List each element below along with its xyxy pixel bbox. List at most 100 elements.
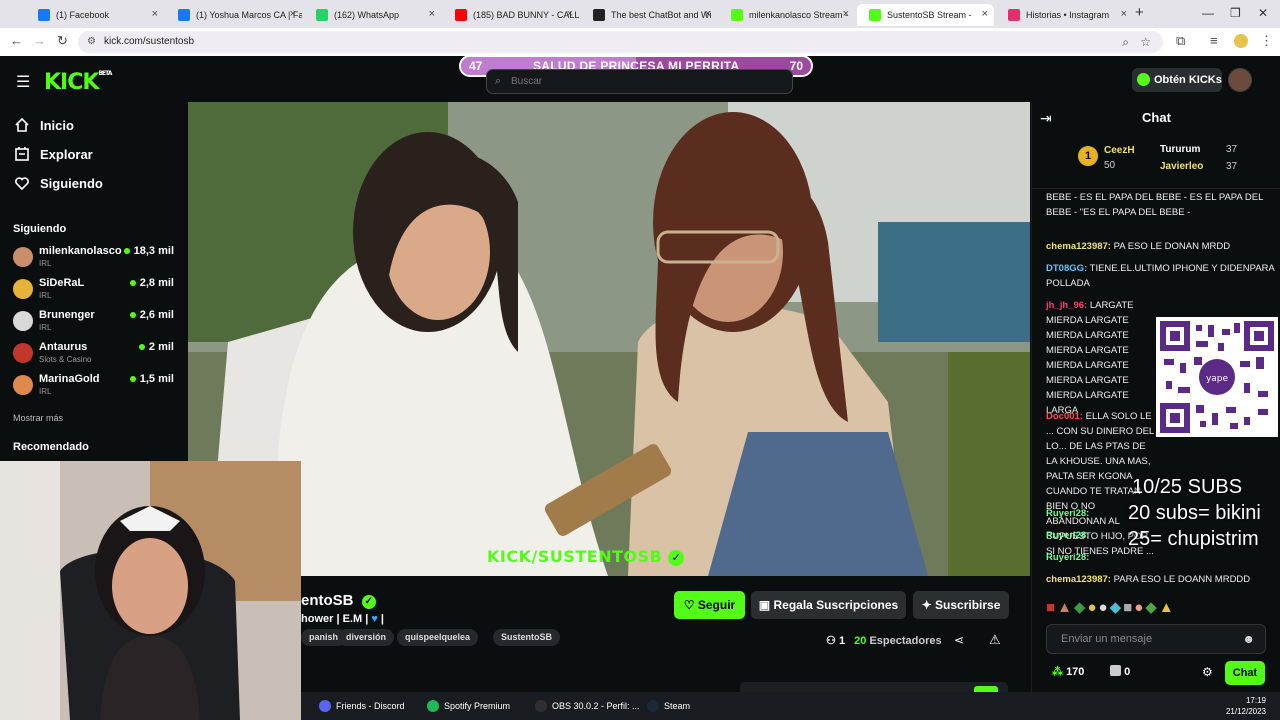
browser-tab[interactable]: (1) Facebook ×: [26, 4, 164, 26]
browser-tab[interactable]: (162) WhatsApp ×: [304, 4, 441, 26]
tab-close-icon[interactable]: ×: [705, 8, 711, 20]
emote-icon[interactable]: ◆: [1110, 599, 1124, 616]
chat-send-button[interactable]: Chat: [1225, 661, 1265, 685]
taskbar-app[interactable]: Steam: [647, 700, 690, 712]
chat-message-input[interactable]: Enviar un mensaje ☻: [1046, 624, 1266, 654]
bookmark-star-icon[interactable]: ☆: [1140, 31, 1151, 53]
emote-icon[interactable]: ◆: [1074, 599, 1088, 616]
leader-1-value: 50: [1104, 160, 1116, 171]
emoji-icon[interactable]: ☻: [1242, 625, 1255, 653]
tab-close-icon[interactable]: ×: [290, 8, 296, 20]
following-channel[interactable]: milenkanolasco IRL 18,3 mil: [13, 243, 178, 273]
back-icon[interactable]: ←: [10, 33, 23, 48]
following-channel[interactable]: SiDeRaL IRL 2,8 mil: [13, 275, 178, 305]
report-icon[interactable]: ⚠: [989, 632, 1001, 648]
chat-username[interactable]: chema123987:: [1046, 574, 1111, 585]
tab-close-icon[interactable]: ×: [982, 8, 988, 20]
emote-icon[interactable]: ▲: [1159, 599, 1176, 616]
following-channel[interactable]: Antaurus Slots & Casino 2 mil: [13, 339, 178, 369]
chat-username[interactable]: Doc001:: [1046, 411, 1083, 422]
webcam-overlay: [0, 461, 301, 720]
viewer-count: 2,6 mil: [139, 309, 174, 321]
show-more-link[interactable]: Mostrar más: [13, 413, 63, 423]
kicks-points[interactable]: ⁂ 170: [1052, 665, 1084, 678]
tab-close-icon[interactable]: ×: [1121, 8, 1127, 20]
browser-tab[interactable]: The best ChatBot and Wi ×: [581, 4, 717, 26]
channel-viewers: 18,3 mil: [123, 245, 174, 257]
chat-settings-icon[interactable]: ⚙: [1202, 665, 1213, 679]
chat-badge-count[interactable]: 0: [1110, 665, 1130, 678]
tab-title: milenkanolasco Stream -: [749, 10, 849, 20]
chat-username[interactable]: chema123987:: [1046, 241, 1111, 252]
media-control-icon[interactable]: ≡: [1210, 33, 1218, 48]
following-channel[interactable]: MarinaGold IRL 1,5 mil: [13, 371, 178, 401]
tab-close-icon[interactable]: ×: [152, 8, 158, 20]
chat-username[interactable]: Ruyeri28:: [1046, 508, 1089, 519]
chat-username[interactable]: Ruyeri28:: [1046, 530, 1089, 541]
chat-text: BEBE - ES EL PAPA DEL BEBE - ES EL PAPA …: [1046, 192, 1264, 218]
browser-menu-icon[interactable]: ⋮: [1260, 33, 1273, 49]
tab-favicon-icon: [731, 9, 743, 21]
tab-close-icon[interactable]: ×: [429, 8, 435, 20]
zoom-icon[interactable]: ⌕: [1122, 31, 1129, 53]
browser-tab[interactable]: (185) BAD BUNNY - CALL ×: [443, 4, 579, 26]
emote-icon[interactable]: ◆: [1145, 599, 1159, 616]
hamburger-menu-icon[interactable]: ☰: [16, 72, 30, 92]
user-avatar[interactable]: [1228, 68, 1252, 92]
browser-tab[interactable]: Historias • Instagram ×: [996, 4, 1133, 26]
emote-bar[interactable]: ■▲◆●●◆■●◆▲: [1046, 598, 1276, 620]
emote-icon[interactable]: ●: [1134, 599, 1145, 616]
follow-label: Seguir: [697, 598, 736, 612]
tab-close-icon[interactable]: ×: [567, 8, 573, 20]
stream-tag[interactable]: diversión: [338, 629, 395, 646]
browser-tab[interactable]: SustentoSB Stream - ×: [857, 4, 994, 26]
video-player[interactable]: KICK/SUSTENTOSB ✓: [188, 102, 1030, 576]
nav-explorar[interactable]: Explorar: [14, 146, 93, 162]
tab-close-icon[interactable]: ×: [843, 8, 849, 20]
url-input[interactable]: ⚙ kick.com/sustentosb ⌕ ☆: [78, 31, 1163, 53]
nav-siguiendo[interactable]: Siguiendo: [14, 175, 103, 191]
browser-tab[interactable]: milenkanolasco Stream - ×: [719, 4, 855, 26]
emote-icon[interactable]: ■: [1123, 599, 1134, 616]
browser-tab[interactable]: (1) Yoshua Marcos CA | Fa ×: [166, 4, 302, 26]
kick-logo[interactable]: KICKBETA: [44, 70, 112, 95]
yape-qr-code: yape: [1156, 317, 1278, 437]
minimize-icon[interactable]: —: [1202, 6, 1214, 20]
profile-icon[interactable]: [1234, 34, 1248, 48]
gift-subs-button[interactable]: ▣ Regala Suscripciones: [751, 591, 906, 619]
subscribe-button[interactable]: ✦ Suscribirse: [913, 591, 1009, 619]
taskbar-app[interactable]: Spotify Premium: [427, 700, 510, 712]
chat-title: Chat: [1142, 110, 1171, 125]
emote-icon[interactable]: ▲: [1057, 599, 1074, 616]
follow-button[interactable]: ♡ Seguir: [674, 591, 745, 619]
stream-tag[interactable]: SustentoSB: [493, 629, 561, 646]
following-channel[interactable]: Brunenger IRL 2,6 mil: [13, 307, 178, 337]
search-input[interactable]: ⌕ Buscar: [486, 69, 793, 94]
reload-icon[interactable]: ↻: [57, 33, 68, 49]
chat-username[interactable]: Ruyeri28:: [1046, 552, 1089, 563]
extensions-icon[interactable]: ⧉: [1176, 33, 1185, 49]
viewer-count: 2 mil: [148, 341, 174, 353]
share-icon[interactable]: ⋖: [954, 633, 964, 647]
emote-icon[interactable]: ●: [1087, 599, 1098, 616]
close-window-icon[interactable]: ✕: [1258, 6, 1268, 20]
taskbar-app[interactable]: OBS 30.0.2 - Perfil: ...: [535, 700, 640, 712]
stream-title: hower | E.M | ♥ |: [301, 613, 385, 625]
site-info-icon[interactable]: ⚙: [87, 31, 96, 53]
new-tab-button[interactable]: +: [1135, 4, 1144, 21]
emote-icon[interactable]: ●: [1099, 599, 1110, 616]
system-clock[interactable]: 17:19 21/12/2023: [1226, 695, 1266, 717]
emote-icon[interactable]: ■: [1046, 599, 1057, 616]
stream-tag[interactable]: quispeelquelea: [397, 629, 479, 646]
goal-min-value: 47: [469, 59, 483, 73]
taskbar-app[interactable]: Friends - Discord: [319, 700, 405, 712]
tab-favicon-icon: [455, 9, 467, 21]
nav-inicio[interactable]: Inicio: [14, 117, 74, 133]
get-kicks-button[interactable]: Obtén KICKs: [1132, 68, 1222, 92]
channel-name[interactable]: entoSB ✓: [301, 592, 376, 609]
maximize-icon[interactable]: ❐: [1230, 6, 1241, 20]
viewer-stats: ⚇ 1 20 Espectadores: [826, 634, 942, 647]
chat-username[interactable]: DT08GG:: [1046, 263, 1087, 274]
chat-username[interactable]: jh_jh_96:: [1046, 300, 1087, 311]
forward-icon[interactable]: →: [33, 33, 46, 48]
